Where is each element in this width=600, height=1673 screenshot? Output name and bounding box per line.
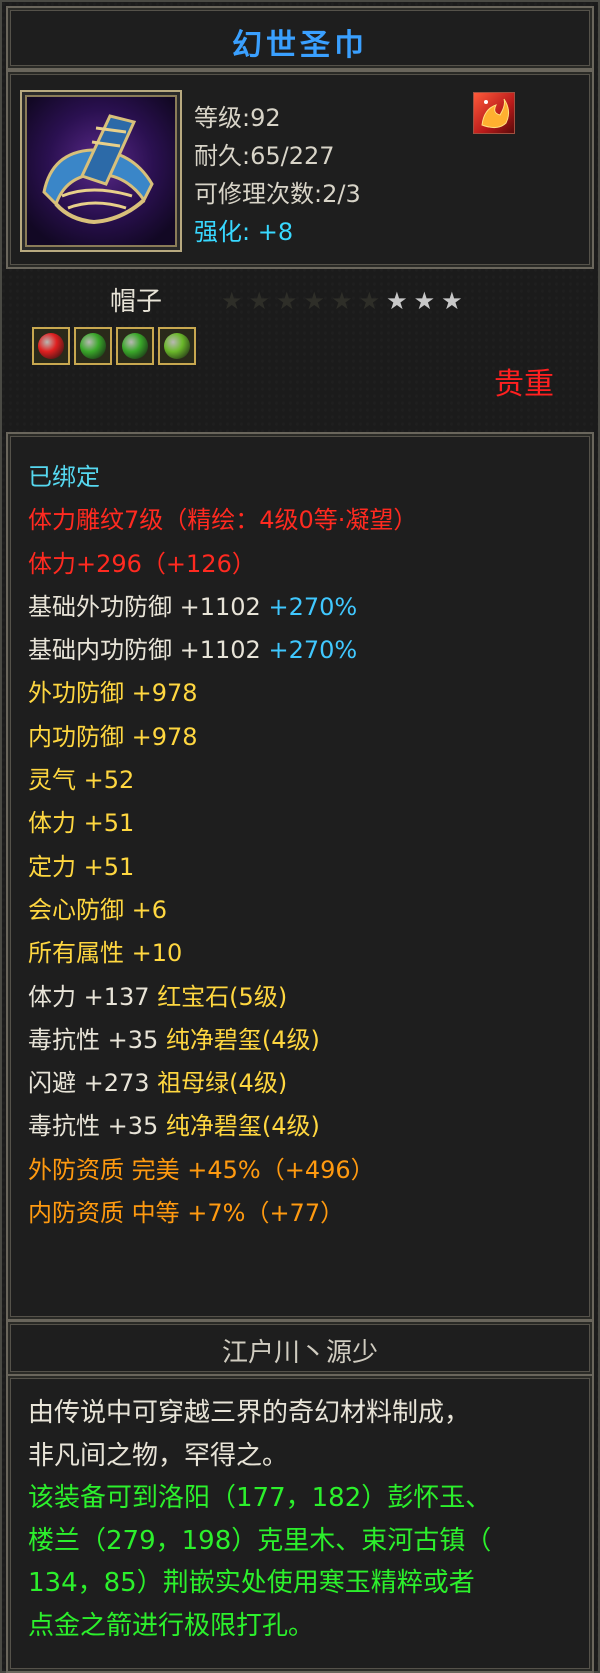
source-bar: 江户川丶源少 <box>6 1320 594 1376</box>
attribute-text: 内防资质 中等 +7%（+77） <box>28 1199 345 1228</box>
description-line: 由传说中可穿越三界的奇幻材料制成， <box>28 1398 471 1428</box>
attribute-text: 外防资质 完美 +45%（+496） <box>28 1155 375 1184</box>
star-icon: ★ <box>303 287 326 315</box>
attribute-text: 祖母绿(4级) <box>157 1069 288 1098</box>
attribute-text: 内功防御 +978 <box>28 722 198 751</box>
attribute-row: 灵气 +52 <box>28 759 576 802</box>
attribute-text: 毒抗性 +35 <box>28 1025 166 1054</box>
star-icon: ★ <box>276 287 298 315</box>
source-text: 江户川丶源少 <box>221 1338 378 1368</box>
attribute-text: 毒抗性 +35 <box>28 1112 166 1141</box>
star-icon: ★ <box>441 287 463 315</box>
emerald-gem-icon <box>164 333 190 359</box>
gem-slot <box>158 327 196 365</box>
attribute-text: 已绑定 <box>28 463 100 491</box>
jade-gem-icon <box>80 333 106 359</box>
attribute-text: 体力雕纹7级（精绘：4级0等·凝望） <box>28 506 418 535</box>
gem-slots <box>32 327 196 365</box>
durability-stat: 耐久:65/227 <box>194 142 335 170</box>
gem-slot <box>32 327 70 365</box>
star-rating: ★ ★ ★ ★ ★ ★ ★ ★ ★ <box>221 289 463 313</box>
attribute-text: 体力+296（+126） <box>28 549 256 578</box>
star-icon: ★ <box>331 287 353 315</box>
description-line: 点金之箭进行极限打孔。 <box>28 1610 315 1641</box>
attribute-text: 定力 +51 <box>28 852 135 881</box>
attribute-row: 毒抗性 +35 纯净碧玺(4级) <box>28 1105 576 1148</box>
repair-count-stat: 可修理次数:2/3 <box>194 180 361 208</box>
item-tooltip: 幻世圣巾 等级:92 耐久:65/227 可修理次数:2/3 强化: +8 帽子… <box>0 0 600 1673</box>
enhance-stat: 强化: +8 <box>194 218 294 246</box>
headband-icon <box>20 90 182 252</box>
attribute-text: 体力 +137 <box>28 982 158 1011</box>
title-bar: 幻世圣巾 <box>6 6 594 70</box>
star-icon: ★ <box>413 287 436 315</box>
description-line: 楼兰（279，198）克里木、束河古镇（ <box>28 1525 492 1556</box>
star-icon: ★ <box>248 287 271 315</box>
jade-gem-icon <box>122 333 148 359</box>
attribute-text: 灵气 +52 <box>28 766 135 795</box>
attribute-row: 基础外功防御 +1102 +270% <box>28 586 576 629</box>
attribute-row: 基础内功防御 +1102 +270% <box>28 629 576 672</box>
attribute-list: 已绑定体力雕纹7级（精绘：4级0等·凝望） 体力+296（+126） 基础外功防御 … <box>28 456 576 1235</box>
attribute-text: 纯净碧玺(4级) <box>165 1112 320 1141</box>
attribute-row: 体力+296（+126） <box>28 543 576 586</box>
attribute-text: 所有属性 +10 <box>28 939 183 968</box>
ruby-gem-icon <box>38 333 64 359</box>
attribute-row: 毒抗性 +35 纯净碧玺(4级) <box>28 1019 576 1062</box>
attribute-row: 会心防御 +6 <box>28 889 576 932</box>
attribute-text: +270% <box>268 592 358 621</box>
attributes-panel: 已绑定体力雕纹7级（精绘：4级0等·凝望） 体力+296（+126） 基础外功防御 … <box>6 432 594 1321</box>
attribute-row: 内防资质 中等 +7%（+77） <box>28 1192 576 1235</box>
star-icon: ★ <box>221 287 243 315</box>
attribute-row: 体力雕纹7级（精绘：4级0等·凝望） <box>28 499 576 542</box>
attribute-text: 基础内功防御 +1102 <box>28 636 269 665</box>
level-stat: 等级:92 <box>194 104 281 132</box>
item-type-area: 帽子 ★ ★ ★ ★ ★ ★ ★ ★ ★ 贵重 <box>6 267 594 427</box>
description-panel: 由传说中可穿越三界的奇幻材料制成， 非凡间之物，罕得之。该装备可到洛阳（177，1… <box>6 1374 594 1673</box>
star-icon: ★ <box>386 287 408 315</box>
description-line: 非凡间之物，罕得之。 <box>28 1440 289 1471</box>
attribute-text: 体力 +51 <box>28 809 135 838</box>
attribute-row: 定力 +51 <box>28 846 576 889</box>
star-icon: ★ <box>358 287 381 315</box>
item-info-panel: 等级:92 耐久:65/227 可修理次数:2/3 强化: +8 <box>6 70 594 269</box>
attribute-row: 已绑定 <box>28 456 576 499</box>
gem-slot <box>74 327 112 365</box>
attribute-text: 红宝石(5级) <box>157 982 288 1011</box>
attribute-text: 纯净碧玺(4级) <box>165 1025 320 1054</box>
attribute-row: 体力 +51 <box>28 802 576 845</box>
attribute-row: 体力 +137 红宝石(5级) <box>28 976 576 1019</box>
item-type-label: 帽子 <box>110 287 163 317</box>
attribute-text: +270% <box>268 636 358 665</box>
attribute-text: 闪避 +273 <box>28 1069 158 1098</box>
description-line: 134，85）荆嵌实处使用寒玉精粹或者 <box>28 1568 475 1598</box>
item-name: 幻世圣巾 <box>232 28 368 63</box>
rarity-label: 贵重 <box>494 367 554 402</box>
attribute-text: 会心防御 +6 <box>28 895 168 924</box>
fire-bird-icon <box>473 92 515 134</box>
attribute-row: 外功防御 +978 <box>28 672 576 715</box>
attribute-row: 内功防御 +978 <box>28 716 576 759</box>
attribute-row: 外防资质 完美 +45%（+496） <box>28 1149 576 1192</box>
description-line: 该装备可到洛阳（177，182）彭怀玉、 <box>28 1483 492 1513</box>
gem-slot <box>116 327 154 365</box>
attribute-text: 外功防御 +978 <box>28 679 198 708</box>
attribute-row: 所有属性 +10 <box>28 932 576 975</box>
attribute-text: 基础外功防御 +1102 <box>28 592 269 621</box>
description-text: 由传说中可穿越三界的奇幻材料制成， 非凡间之物，罕得之。该装备可到洛阳（177，1… <box>28 1392 572 1647</box>
attribute-row: 闪避 +273 祖母绿(4级) <box>28 1062 576 1105</box>
